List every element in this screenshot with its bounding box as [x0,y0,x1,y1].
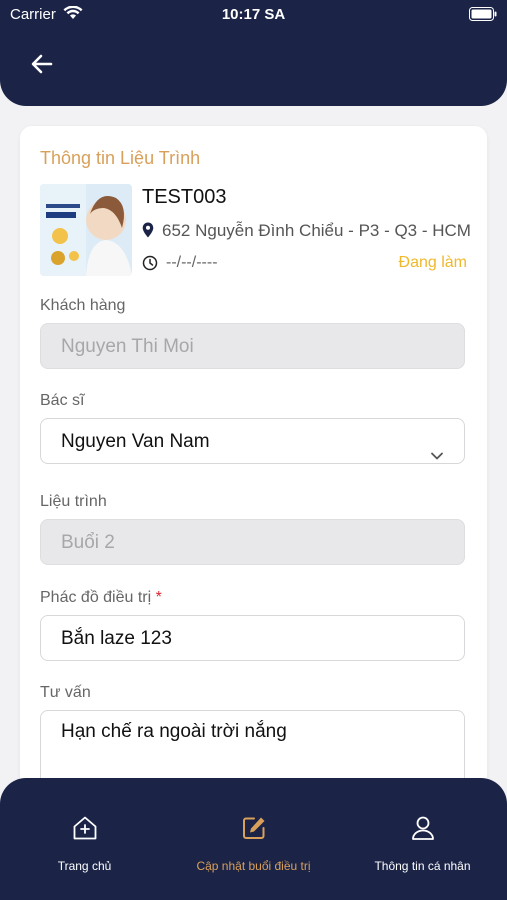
protocol-input[interactable]: Bắn laze 123 [40,615,465,661]
treatment-thumbnail [40,184,132,276]
app-header: Carrier 10:17 SA [0,0,507,106]
required-marker: * [155,589,162,606]
protocol-value: Bắn laze 123 [61,628,172,649]
bottom-navigation: Trang chủ Cập nhật buổi điều trị Thông t… [0,778,507,900]
customer-value: Nguyen Thi Moi [61,336,194,357]
address-text: 652 Nguyễn Đình Chiểu - P3 - Q3 - HCM [162,221,471,240]
nav-home-label: Trang chủ [57,859,112,873]
treatment-label: Liệu trình [40,493,107,510]
nav-profile-label: Thông tin cá nhân [374,859,471,873]
customer-field: Nguyen Thi Moi [40,323,465,369]
card-title: Thông tin Liệu Trình [40,148,201,168]
treatment-field: Buổi 2 [40,519,465,565]
nav-update-session-label: Cập nhật buổi điều trị [196,859,311,873]
doctor-select[interactable]: Nguyen Van Nam [40,418,465,464]
chevron-down-icon [430,435,444,481]
location-pin-icon [142,222,154,243]
protocol-label: Phác đồ điều trị * [40,589,162,607]
customer-label: Khách hàng [40,297,126,314]
nav-profile[interactable]: Thông tin cá nhân [338,814,507,873]
nav-home[interactable]: Trang chủ [0,814,169,873]
clock-time: 10:17 SA [221,6,286,23]
user-icon [338,814,507,847]
home-plus-icon [0,814,169,847]
battery-icon [469,7,497,25]
status-bar: Carrier 10:17 SA [0,0,507,30]
treatment-card: Thông tin Liệu Trình TEST003 652 Nguyễn … [20,126,487,826]
status-badge: Đang làm [398,254,467,271]
doctor-value: Nguyen Van Nam [61,431,210,452]
advice-value: Hạn chế ra ngoài trời nắng [61,721,287,742]
treatment-code: TEST003 [142,186,227,208]
treatment-value: Buổi 2 [61,532,115,553]
clock-icon [142,255,158,276]
advice-label: Tư vấn [40,684,91,701]
back-button[interactable] [30,52,62,80]
nav-update-session[interactable]: Cập nhật buổi điều trị [169,814,338,873]
date-text: --/--/---- [166,254,218,271]
arrow-left-icon [30,54,54,80]
doctor-label: Bác sĩ [40,392,85,409]
protocol-label-text: Phác đồ điều trị [40,589,152,606]
edit-icon [169,814,338,847]
